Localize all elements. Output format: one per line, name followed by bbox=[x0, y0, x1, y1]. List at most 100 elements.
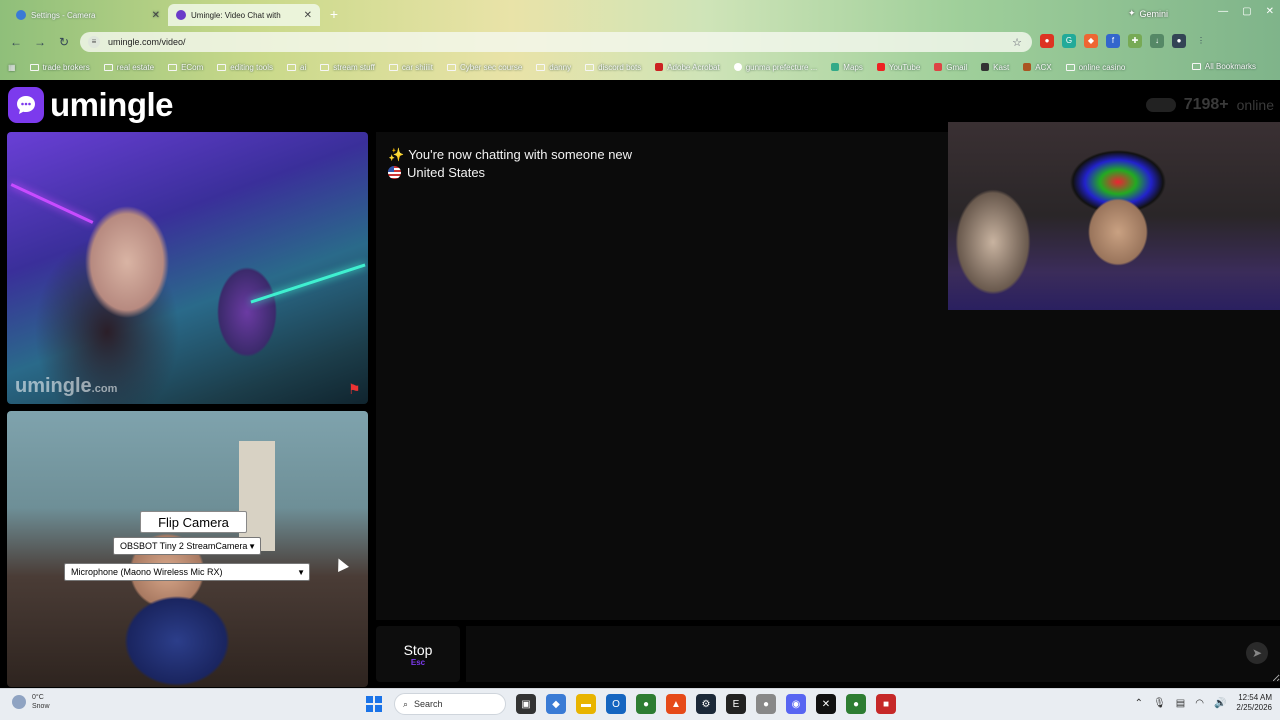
flip-camera-button[interactable]: Flip Camera bbox=[140, 511, 247, 533]
search-icon: ⌕ bbox=[403, 698, 409, 709]
bookmark-item[interactable]: trade brokers bbox=[29, 63, 90, 72]
kast-icon bbox=[981, 63, 990, 71]
logo-text: umingle bbox=[50, 86, 174, 123]
chevron-down-icon: ▼ bbox=[248, 541, 256, 551]
new-tab-button[interactable]: + bbox=[326, 6, 342, 22]
task-view-icon[interactable]: ▣ bbox=[516, 694, 536, 714]
sparkle-icon: ✨ bbox=[388, 147, 405, 162]
camera-select[interactable]: OBSBOT Tiny 2 StreamCamera ▼ bbox=[113, 537, 261, 555]
bookmark-item[interactable]: Kast bbox=[981, 63, 1009, 72]
extension-red-icon[interactable]: ● bbox=[1040, 34, 1054, 48]
microphone-select-value: Microphone (Maono Wireless Mic RX) bbox=[71, 567, 223, 577]
bookmark-item[interactable]: real estate bbox=[103, 63, 154, 72]
tab-strip: Settings - Camera ✕ Umingle: Video Chat … bbox=[0, 0, 1280, 28]
microphone-select[interactable]: Microphone (Maono Wireless Mic RX) ▼ bbox=[64, 563, 310, 581]
umingle-page: umingle 7198+ online umingle.com ⚑ Flip … bbox=[0, 80, 1280, 688]
tab-close-icon[interactable]: ✕ bbox=[304, 10, 312, 21]
extension-download-icon[interactable]: ↓ bbox=[1150, 34, 1164, 48]
bookmark-item[interactable]: ACX bbox=[1023, 63, 1052, 72]
status-line: ✨ You're now chatting with someone new bbox=[388, 147, 633, 162]
steam-icon[interactable]: ⚙ bbox=[696, 694, 716, 714]
address-bar[interactable]: ≡ umingle.com/video/ ☆ bbox=[80, 32, 1032, 52]
wifi-icon[interactable]: ◠ bbox=[1195, 698, 1204, 709]
bookmark-item[interactable]: Maps bbox=[831, 63, 863, 72]
led-strip-purple bbox=[10, 183, 94, 224]
chevron-down-icon: ▼ bbox=[297, 567, 305, 577]
chat-bubble-logo-icon bbox=[8, 87, 44, 123]
site-info-icon[interactable]: ≡ bbox=[88, 36, 100, 48]
bookmark-item[interactable]: discord bots bbox=[585, 63, 641, 72]
x-app-icon[interactable]: ✕ bbox=[816, 694, 836, 714]
copilot-icon[interactable]: ◆ bbox=[546, 694, 566, 714]
bookmarks-bar: ▦ trade brokers real estate ECom editing… bbox=[0, 56, 1280, 78]
tab-umingle[interactable]: Umingle: Video Chat with ✕ bbox=[168, 4, 320, 26]
chat-status: ✨ You're now chatting with someone new Un… bbox=[388, 146, 632, 182]
tab-close-icon[interactable]: ✕ bbox=[152, 10, 160, 21]
taskbar-search[interactable]: ⌕ Search bbox=[394, 693, 506, 715]
profile-avatar-icon[interactable]: ● bbox=[1172, 34, 1186, 48]
outlook-icon[interactable]: O bbox=[606, 694, 626, 714]
extension-grammarly-icon[interactable]: G bbox=[1062, 34, 1076, 48]
all-bookmarks-button[interactable]: All Bookmarks bbox=[1191, 62, 1256, 71]
reload-icon[interactable]: ↻ bbox=[56, 34, 72, 50]
site-logo[interactable]: umingle bbox=[8, 86, 174, 124]
discord-icon[interactable]: ◉ bbox=[786, 694, 806, 714]
back-arrow-icon[interactable]: ← bbox=[8, 34, 24, 50]
clock[interactable]: 12:54 AM 2/25/2026 bbox=[1236, 693, 1272, 713]
extensions-bar: ● G ◆ f ✚ ↓ ● ⋮ bbox=[1040, 34, 1208, 48]
stranger-video: umingle.com ⚑ bbox=[7, 132, 368, 404]
app-icon[interactable]: ● bbox=[756, 694, 776, 714]
country-line: United States bbox=[388, 164, 632, 182]
bookmark-item[interactable]: editing tools bbox=[217, 63, 273, 72]
folder-icon bbox=[168, 63, 178, 71]
folder-icon bbox=[1191, 63, 1201, 70]
bookmark-item[interactable]: Gmail bbox=[934, 63, 967, 72]
epic-games-icon[interactable]: E bbox=[726, 694, 746, 714]
message-input[interactable] bbox=[466, 626, 1280, 682]
self-video: Flip Camera OBSBOT Tiny 2 StreamCamera ▼… bbox=[7, 411, 368, 687]
bookmark-item[interactable]: Cyber sec course bbox=[447, 63, 522, 72]
close-window-icon[interactable]: ✕ bbox=[1266, 6, 1274, 17]
report-flag-icon[interactable]: ⚑ bbox=[348, 382, 362, 396]
chrome-active-icon[interactable]: ● bbox=[846, 694, 866, 714]
tab-title: Umingle: Video Chat with bbox=[191, 10, 281, 20]
extension-blue-icon[interactable]: f bbox=[1106, 34, 1120, 48]
maximize-icon[interactable]: ▢ bbox=[1242, 6, 1251, 17]
minimize-icon[interactable]: — bbox=[1218, 6, 1228, 17]
weather-widget[interactable]: 0°C Snow bbox=[12, 693, 50, 711]
bookmark-item[interactable]: stream stuff bbox=[320, 63, 375, 72]
bookmark-item[interactable]: gunma prefecture ... bbox=[733, 63, 817, 72]
chevron-up-icon[interactable]: ⌃ bbox=[1135, 698, 1143, 709]
bookmark-item[interactable]: ECom bbox=[168, 63, 203, 72]
network-icon[interactable]: ▤ bbox=[1176, 698, 1185, 709]
bookmark-star-icon[interactable]: ☆ bbox=[1012, 36, 1022, 49]
extension-fox-icon[interactable]: ◆ bbox=[1084, 34, 1098, 48]
chat-composer: Stop Esc ➤ bbox=[376, 622, 1280, 688]
tab-settings-camera[interactable]: Settings - Camera ✕ bbox=[8, 4, 168, 26]
volume-icon[interactable]: 🔊 bbox=[1214, 698, 1226, 709]
menu-dots-icon[interactable]: ⋮ bbox=[1194, 34, 1208, 48]
bookmark-item[interactable]: car shiiiit bbox=[388, 63, 433, 72]
file-explorer-icon[interactable]: ▬ bbox=[576, 694, 596, 714]
microphone-icon[interactable]: 🎙 bbox=[1153, 698, 1166, 709]
camera-select-value: OBSBOT Tiny 2 StreamCamera bbox=[120, 541, 248, 551]
weather-text: 0°C Snow bbox=[32, 694, 50, 710]
bookmark-item[interactable]: Adobe Acrobat bbox=[655, 63, 720, 72]
taskbar-apps: ⌕ Search ▣ ◆ ▬ O ● ▲ ⚙ E ● ◉ ✕ ● ■ bbox=[364, 693, 896, 715]
brave-icon[interactable]: ▲ bbox=[666, 694, 686, 714]
forward-arrow-icon[interactable]: → bbox=[32, 34, 48, 50]
start-windows-icon[interactable] bbox=[364, 694, 384, 714]
red-app-icon[interactable]: ■ bbox=[876, 694, 896, 714]
extension-puzzle-icon[interactable]: ✚ bbox=[1128, 34, 1142, 48]
bookmark-item[interactable]: ai bbox=[287, 63, 306, 72]
stop-button[interactable]: Stop Esc bbox=[376, 626, 460, 682]
folder-icon bbox=[1065, 63, 1075, 71]
apps-grid-icon[interactable]: ▦ bbox=[8, 63, 16, 72]
theme-toggle[interactable] bbox=[1145, 98, 1176, 112]
bookmark-item[interactable]: danny bbox=[536, 63, 571, 72]
bookmark-item[interactable]: online casino bbox=[1065, 63, 1125, 72]
send-arrow-icon[interactable]: ➤ bbox=[1246, 642, 1268, 664]
chrome-icon[interactable]: ● bbox=[636, 694, 656, 714]
bookmark-item[interactable]: YouTube bbox=[876, 63, 920, 72]
gemini-button[interactable]: ✦ Gemini bbox=[1128, 8, 1168, 19]
